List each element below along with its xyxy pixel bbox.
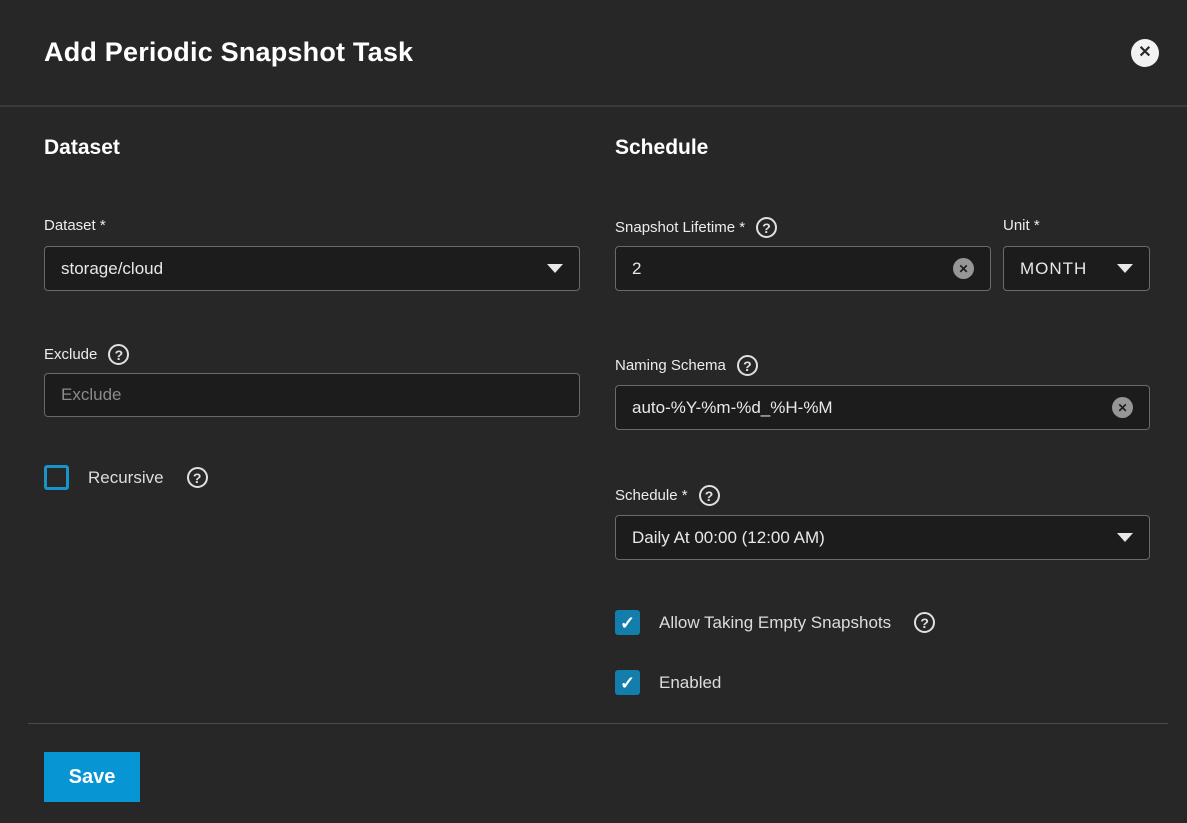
help-icon[interactable]: ? <box>756 217 777 238</box>
schedule-select[interactable]: Daily At 00:00 (12:00 AM) <box>615 515 1150 560</box>
enabled-checkbox-row: ✓ Enabled <box>615 670 721 695</box>
dataset-field-label: Dataset * <box>44 217 106 234</box>
naming-schema-field-label: Naming Schema ? <box>615 355 758 376</box>
exclude-input[interactable] <box>44 373 580 417</box>
dialog-title: Add Periodic Snapshot Task <box>44 37 413 68</box>
clear-icon[interactable]: ✕ <box>1112 397 1133 418</box>
help-icon[interactable]: ? <box>737 355 758 376</box>
chevron-down-icon <box>1117 533 1133 542</box>
recursive-checkbox-row: Recursive ? <box>44 465 208 490</box>
exclude-label-text: Exclude <box>44 346 97 363</box>
close-icon: ✕ <box>1138 45 1151 61</box>
dataset-select-value: storage/cloud <box>61 259 537 279</box>
chevron-down-icon <box>1117 264 1133 273</box>
naming-schema-input-value: auto-%Y-%m-%d_%H-%M <box>632 398 1102 418</box>
footer-divider <box>28 723 1168 724</box>
close-button[interactable]: ✕ <box>1131 39 1159 67</box>
dataset-section-heading: Dataset <box>44 136 120 160</box>
schedule-section-heading: Schedule <box>615 136 708 160</box>
lifetime-input[interactable]: 2 ✕ <box>615 246 991 291</box>
naming-schema-input[interactable]: auto-%Y-%m-%d_%H-%M ✕ <box>615 385 1150 430</box>
help-icon[interactable]: ? <box>914 612 935 633</box>
save-button[interactable]: Save <box>44 752 140 802</box>
dataset-label-text: Dataset * <box>44 217 106 234</box>
unit-field-label: Unit * <box>1003 217 1040 234</box>
dataset-select[interactable]: storage/cloud <box>44 246 580 291</box>
lifetime-label-text: Snapshot Lifetime * <box>615 219 745 236</box>
add-periodic-snapshot-task-dialog: Add Periodic Snapshot Task ✕ Dataset Sch… <box>0 0 1187 823</box>
recursive-checkbox[interactable] <box>44 465 69 490</box>
enabled-checkbox[interactable]: ✓ <box>615 670 640 695</box>
unit-select[interactable]: MONTH <box>1003 246 1150 291</box>
help-icon[interactable]: ? <box>187 467 208 488</box>
allow-empty-checkbox[interactable]: ✓ <box>615 610 640 635</box>
help-icon[interactable]: ? <box>108 344 129 365</box>
clear-icon[interactable]: ✕ <box>953 258 974 279</box>
exclude-field-label: Exclude ? <box>44 344 129 365</box>
check-icon: ✓ <box>620 614 635 632</box>
allow-empty-checkbox-row: ✓ Allow Taking Empty Snapshots ? <box>615 610 935 635</box>
schedule-label-text: Schedule * <box>615 487 688 504</box>
schedule-select-value: Daily At 00:00 (12:00 AM) <box>632 528 1107 548</box>
help-icon[interactable]: ? <box>699 485 720 506</box>
allow-empty-checkbox-label: Allow Taking Empty Snapshots <box>659 613 891 633</box>
naming-schema-label-text: Naming Schema <box>615 357 726 374</box>
unit-label-text: Unit * <box>1003 217 1040 234</box>
schedule-field-label: Schedule * ? <box>615 485 720 506</box>
enabled-checkbox-label: Enabled <box>659 673 721 693</box>
recursive-checkbox-label: Recursive <box>88 468 164 488</box>
unit-select-value: MONTH <box>1020 259 1107 279</box>
dialog-header: Add Periodic Snapshot Task ✕ <box>0 0 1187 107</box>
lifetime-input-value: 2 <box>632 259 943 279</box>
check-icon: ✓ <box>620 674 635 692</box>
chevron-down-icon <box>547 264 563 273</box>
lifetime-field-label: Snapshot Lifetime * ? <box>615 217 777 238</box>
